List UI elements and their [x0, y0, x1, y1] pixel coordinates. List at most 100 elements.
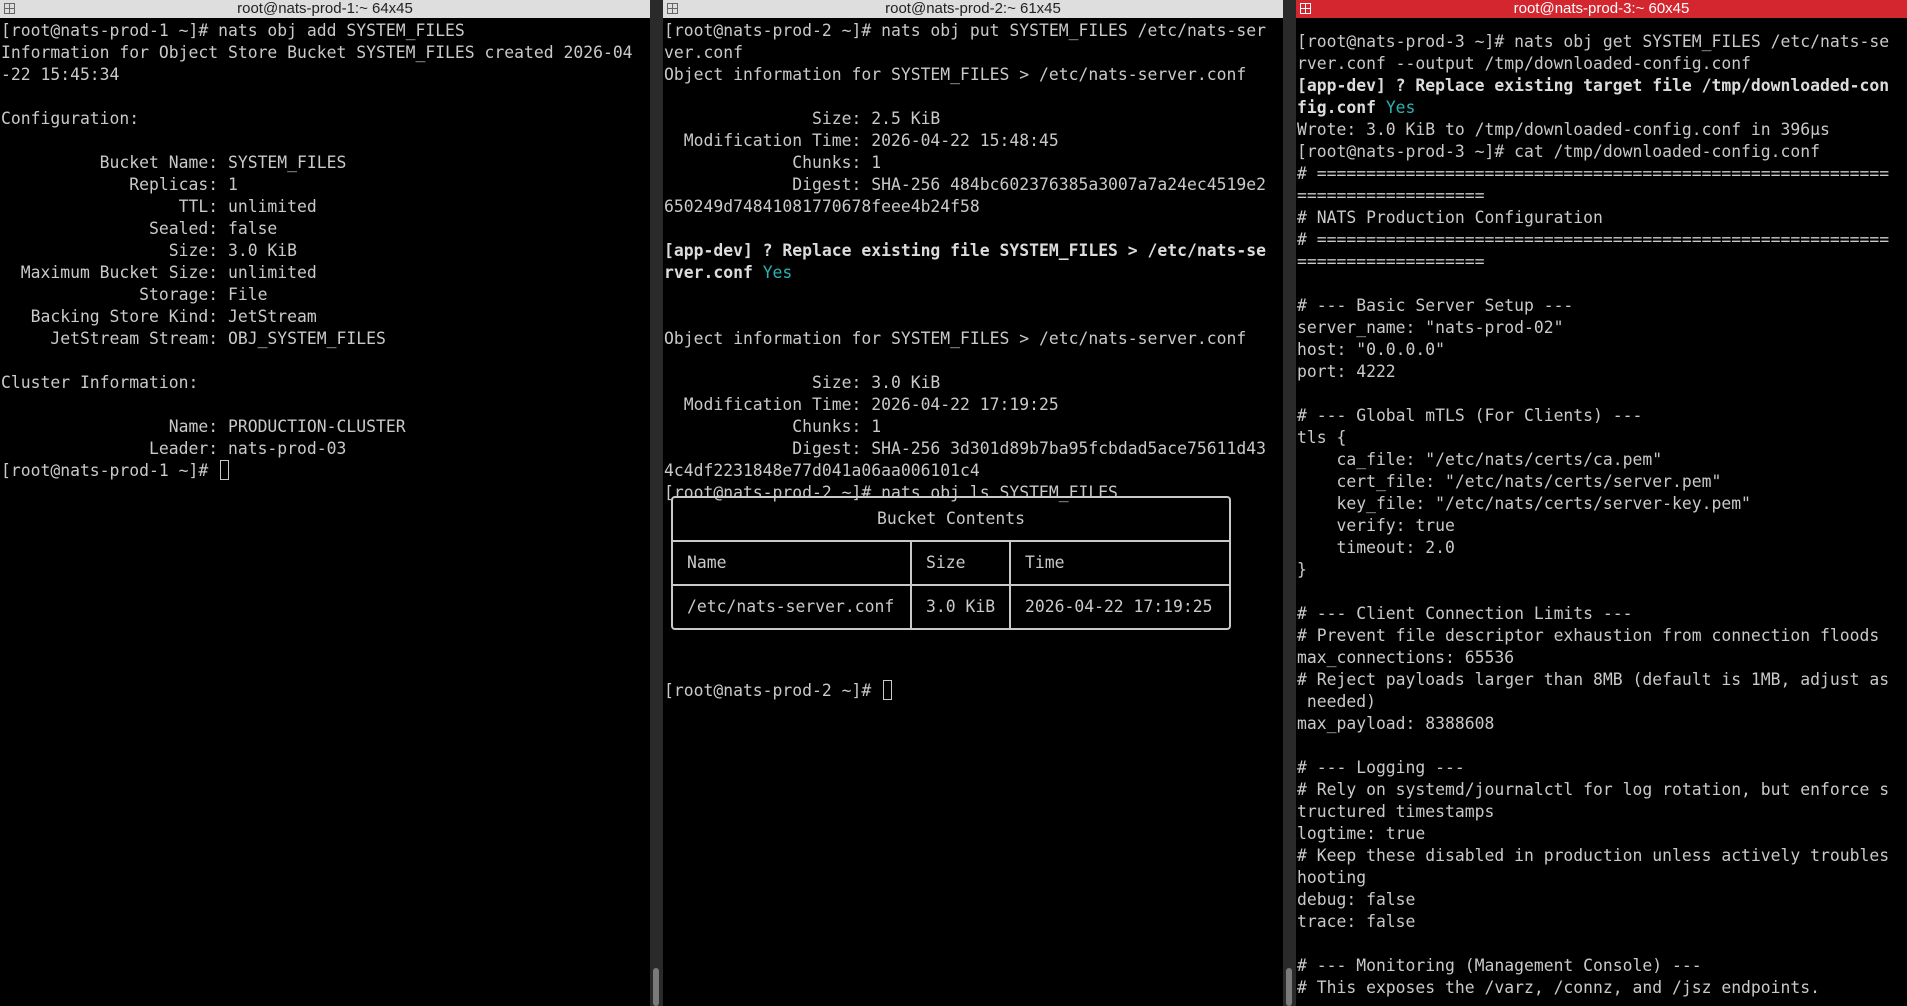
- text-cursor: [220, 460, 230, 480]
- terminal-line: Storage: File: [1, 285, 268, 304]
- terminal-line: needed): [1297, 692, 1376, 711]
- terminal-line: # ======================================…: [1297, 230, 1890, 249]
- terminal-line: [root@nats-prod-3 ~]# cat /tmp/downloade…: [1297, 142, 1821, 161]
- terminal-line: timeout: 2.0: [1297, 538, 1455, 557]
- terminal-line: Chunks: 1: [664, 417, 882, 436]
- terminal-line: # --- Basic Server Setup ---: [1297, 296, 1574, 315]
- terminal-pane-1[interactable]: root@nats-prod-1:~ 64x45 [root@nats-prod…: [0, 0, 650, 1006]
- prompt-line[interactable]: [root@nats-prod-1 ~]#: [1, 460, 650, 482]
- terminal-line: Configuration:: [1, 109, 140, 128]
- terminal-line: tructured timestamps: [1297, 802, 1495, 821]
- terminal-line: 4c4df2231848e77d041a06aa006101c4: [664, 461, 980, 480]
- split-pane-icon[interactable]: [1300, 3, 1311, 14]
- prompt-line[interactable]: [root@nats-prod-2 ~]#: [664, 680, 893, 702]
- terminal-line: [root@nats-prod-1 ~]# nats obj add SYSTE…: [1, 21, 465, 40]
- terminal-line: Chunks: 1: [664, 153, 882, 172]
- terminal-line: ca_file: "/etc/nats/certs/ca.pem": [1297, 450, 1663, 469]
- terminal-pane-2[interactable]: root@nats-prod-2:~ 61x45 [root@nats-prod…: [663, 0, 1283, 1006]
- pane-divider[interactable]: [650, 0, 663, 1006]
- terminal-line: Maximum Bucket Size: unlimited: [1, 263, 317, 282]
- terminal-line: }: [1297, 560, 1307, 579]
- terminal-line: Sealed: false: [1, 219, 278, 238]
- pane-title-bar-active[interactable]: root@nats-prod-3:~ 60x45: [1296, 0, 1907, 18]
- text-cursor: [883, 680, 893, 700]
- terminal-line: -22 15:45:34: [1, 65, 120, 84]
- terminal-line: [app-dev] ? Replace existing file SYSTEM…: [664, 241, 1266, 260]
- terminal-line: Bucket Name: SYSTEM_FILES: [1, 153, 347, 172]
- terminal-line: ===================: [1297, 186, 1485, 205]
- terminal-line: 650249d74841081770678feee4b24f58: [664, 197, 980, 216]
- column-header-size: Size: [926, 553, 966, 572]
- terminal-line: # --- Global mTLS (For Clients) ---: [1297, 406, 1643, 425]
- terminal-line: Backing Store Kind: JetStream: [1, 307, 317, 326]
- prompt-answer: Yes: [1385, 98, 1416, 117]
- pane-title: root@nats-prod-2:~ 61x45: [885, 0, 1061, 17]
- terminal-line: [root@nats-prod-2 ~]# nats obj put SYSTE…: [664, 21, 1266, 40]
- terminal-line: # --- Monitoring (Management Console) --…: [1297, 956, 1702, 975]
- terminal-line: Replicas: 1: [1, 175, 238, 194]
- shell-prompt: [root@nats-prod-1 ~]#: [1, 461, 219, 480]
- terminal-line: [root@nats-prod-3 ~]# nats obj get SYSTE…: [1297, 32, 1890, 51]
- table-title: Bucket Contents: [876, 509, 1026, 528]
- scrollbar-thumb[interactable]: [653, 968, 659, 1006]
- terminal-line: # NATS Production Configuration: [1297, 208, 1603, 227]
- pane-divider[interactable]: [1283, 0, 1296, 1006]
- column-header-time: Time: [1025, 553, 1065, 572]
- terminal-line: Name: PRODUCTION-CLUSTER: [1, 417, 406, 436]
- terminal-output[interactable]: [root@nats-prod-1 ~]# nats obj add SYSTE…: [1, 20, 650, 1006]
- terminal-line: debug: false: [1297, 890, 1416, 909]
- terminal-line: server_name: "nats-prod-02": [1297, 318, 1564, 337]
- terminal-line: Object information for SYSTEM_FILES > /e…: [664, 65, 1247, 84]
- terminal-line: Size: 3.0 KiB: [1, 241, 298, 260]
- terminal-line: host: "0.0.0.0": [1297, 340, 1446, 359]
- terminal-line: # --- Client Connection Limits ---: [1297, 604, 1633, 623]
- terminal-line: fig.conf Yes: [1297, 97, 1907, 119]
- pane-title-bar[interactable]: root@nats-prod-2:~ 61x45: [663, 0, 1283, 18]
- terminal-line: logtime: true: [1297, 824, 1426, 843]
- terminal-line: Leader: nats-prod-03: [1, 439, 347, 458]
- terminal-line: Object information for SYSTEM_FILES > /e…: [664, 329, 1247, 348]
- split-pane-icon[interactable]: [667, 3, 678, 14]
- terminal-output[interactable]: [root@nats-prod-3 ~]# nats obj get SYSTE…: [1297, 31, 1907, 1006]
- terminal-line: [app-dev] ? Replace existing target file…: [1297, 76, 1890, 95]
- terminal-line: Digest: SHA-256 484bc602376385a3007a7a24…: [664, 175, 1266, 194]
- prompt-text: fig.conf: [1297, 98, 1386, 117]
- terminal-line: # Prevent file descriptor exhaustion fro…: [1297, 626, 1880, 645]
- terminal-line: # ======================================…: [1297, 164, 1890, 183]
- terminal-line: trace: false: [1297, 912, 1416, 931]
- scrollbar-thumb[interactable]: [1286, 968, 1292, 1006]
- pane-title: root@nats-prod-1:~ 64x45: [237, 0, 413, 17]
- terminal-line: ===================: [1297, 252, 1485, 271]
- terminal-line: Size: 3.0 KiB: [664, 373, 941, 392]
- terminal-line: max_connections: 65536: [1297, 648, 1515, 667]
- shell-prompt: [root@nats-prod-2 ~]#: [664, 681, 882, 700]
- terminal-line: JetStream Stream: OBJ_SYSTEM_FILES: [1, 329, 386, 348]
- terminal-line: TTL: unlimited: [1, 197, 317, 216]
- terminal-line: Cluster Information:: [1, 373, 199, 392]
- table-cell-name: /etc/nats-server.conf: [687, 597, 895, 616]
- table-divider: [1009, 542, 1011, 628]
- terminal-line: max_payload: 8388608: [1297, 714, 1495, 733]
- prompt-answer: Yes: [762, 263, 793, 282]
- terminal-pane-3[interactable]: root@nats-prod-3:~ 60x45 [root@nats-prod…: [1296, 0, 1907, 1006]
- terminal-line: # Reject payloads larger than 8MB (defau…: [1297, 670, 1890, 689]
- split-pane-icon[interactable]: [4, 3, 15, 14]
- table-cell-size: 3.0 KiB: [926, 597, 996, 616]
- pane-title-bar[interactable]: root@nats-prod-1:~ 64x45: [0, 0, 650, 18]
- terminal-line: Size: 2.5 KiB: [664, 109, 941, 128]
- table-divider: [910, 542, 912, 628]
- terminal-line: hooting: [1297, 868, 1367, 887]
- terminal-line: rver.conf --output /tmp/downloaded-confi…: [1297, 54, 1751, 73]
